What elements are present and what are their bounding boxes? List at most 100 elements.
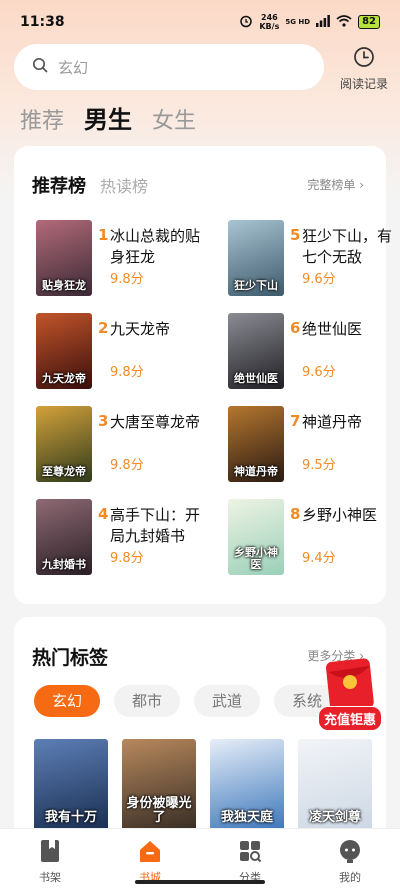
ranking-item[interactable]: 九封婚书 4 高手下山：开局九封婚书 9.8分	[36, 499, 206, 577]
book-cover: 狂少下山	[228, 220, 284, 296]
rank-number: 2	[98, 319, 109, 337]
cover-title: 九天龙帝	[42, 372, 86, 385]
book-title: 九天龙帝	[110, 320, 171, 338]
bookstore-icon	[138, 841, 162, 867]
cover-title: 至尊龙帝	[42, 465, 86, 478]
category-icon	[238, 841, 262, 867]
ranking-item[interactable]: 九天龙帝 2 九天龙帝 9.8分	[36, 313, 206, 391]
hot-tags-card: 热门标签 更多分类 › 玄幻 都市 武道 系统 我有十万 身份被曝光了 我独天庭 凌天…	[14, 617, 386, 847]
book-cover: 贴身狂龙	[36, 220, 92, 296]
cover-title: 我独天庭	[220, 810, 273, 825]
signal-bars-icon	[316, 14, 330, 30]
ranking-card: 推荐榜 热读榜 完整榜单 › 贴身狂龙 1 冰山总裁的贴身狂龙 9.8分 九天龙帝 2 九天…	[14, 146, 392, 604]
cover-title: 神道丹帝	[234, 465, 278, 478]
cover-title: 狂少下山	[234, 279, 278, 292]
full-ranking-link[interactable]: 完整榜单 ›	[307, 176, 364, 193]
tab-female[interactable]: 女生	[152, 103, 196, 135]
book-title: 冰山总裁的贴身狂龙	[110, 227, 201, 266]
ranking-item[interactable]: 狂少下山 5 狂少下山，有七个无敌 9.6分	[228, 220, 398, 298]
cover-title: 贴身狂龙	[42, 279, 86, 292]
hot-tags-title: 热门标签	[32, 647, 109, 669]
recharge-promo-label: 充值钜惠	[318, 706, 383, 731]
book-score: 9.8分	[110, 365, 144, 380]
nav-profile-label: 我的	[339, 871, 361, 884]
book-title: 狂少下山，有七个无敌	[302, 227, 393, 266]
home-indicator	[135, 880, 265, 884]
ranking-item[interactable]: 神道丹帝 7 神道丹帝 9.5分	[228, 406, 398, 484]
tag-book-cover[interactable]: 凌天剑尊	[298, 739, 372, 839]
profile-icon	[338, 840, 362, 867]
gender-tabs: 推荐 男生 女生	[20, 100, 196, 135]
ranking-item[interactable]: 至尊龙帝 3 大唐至尊龙帝 9.8分	[36, 406, 206, 484]
battery-indicator: 82	[358, 15, 380, 29]
book-score: 9.4分	[302, 551, 336, 566]
status-bar: 11:38 246 KB/s 5G HD 82	[0, 0, 400, 44]
search-input[interactable]: 玄幻	[14, 44, 324, 90]
wifi-icon	[336, 14, 352, 30]
ranking-item[interactable]: 贴身狂龙 1 冰山总裁的贴身狂龙 9.8分	[36, 220, 206, 298]
signal-label: 5G HD	[285, 17, 311, 26]
book-cover: 九封婚书	[36, 499, 92, 575]
search-icon	[32, 57, 48, 77]
nav-bookshelf[interactable]: 书架	[0, 829, 100, 889]
cover-title: 乡野小神医	[234, 546, 278, 571]
book-title: 神道丹帝	[302, 413, 363, 431]
search-placeholder: 玄幻	[58, 58, 89, 77]
book-score: 9.5分	[302, 458, 336, 473]
alarm-icon	[239, 14, 253, 31]
rank-number: 4	[98, 505, 109, 523]
recharge-promo-button[interactable]: 充值钜惠	[316, 656, 392, 732]
ranking-item[interactable]: 绝世仙医 6 绝世仙医 9.6分	[228, 313, 398, 391]
ranking-item[interactable]: 乡野小神医 8 乡野小神医 9.4分	[228, 499, 398, 577]
tag-book-cover[interactable]: 我有十万	[34, 739, 108, 839]
book-cover: 至尊龙帝	[36, 406, 92, 482]
book-score: 9.6分	[302, 272, 336, 287]
book-score: 9.8分	[110, 272, 144, 287]
book-title: 绝世仙医	[302, 320, 363, 338]
net-speed: 246 KB/s	[259, 13, 279, 31]
clock-icon	[353, 47, 375, 72]
book-cover: 绝世仙医	[228, 313, 284, 389]
tag-dushi[interactable]: 都市	[114, 685, 181, 717]
rank-number: 5	[290, 226, 301, 244]
book-title: 高手下山：开局九封婚书	[110, 506, 201, 545]
cover-title: 我有十万	[44, 810, 97, 825]
book-cover: 九天龙帝	[36, 313, 92, 389]
bookshelf-icon	[39, 840, 61, 867]
tab-recommend-list[interactable]: 推荐榜	[32, 172, 86, 198]
tag-book-cover[interactable]: 身份被曝光了	[122, 739, 196, 839]
rank-number: 6	[290, 319, 301, 337]
hot-tags-header: 热门标签	[32, 643, 108, 670]
cover-title: 身份被曝光了	[126, 796, 192, 825]
tag-list: 玄幻 都市 武道 系统	[34, 685, 341, 717]
tag-wudao[interactable]: 武道	[194, 685, 261, 717]
tab-recommend[interactable]: 推荐	[20, 103, 64, 135]
tag-xuanhuan[interactable]: 玄幻	[34, 685, 101, 717]
net-speed-unit: KB/s	[259, 22, 280, 31]
book-score: 9.6分	[302, 365, 336, 380]
book-score: 9.8分	[110, 551, 144, 566]
reading-history-label: 阅读记录	[339, 77, 388, 91]
status-time: 11:38	[20, 14, 65, 30]
tab-male[interactable]: 男生	[84, 100, 132, 135]
rank-number: 1	[98, 226, 109, 244]
rank-number: 7	[290, 412, 301, 430]
cover-title: 绝世仙医	[234, 372, 278, 385]
book-cover: 神道丹帝	[228, 406, 284, 482]
status-icons: 246 KB/s 5G HD 82	[239, 13, 380, 31]
ranking-tabs: 推荐榜 热读榜	[32, 172, 148, 198]
cover-title: 九封婚书	[42, 558, 86, 571]
rank-number: 3	[98, 412, 109, 430]
rank-number: 8	[290, 505, 301, 523]
book-title: 乡野小神医	[302, 506, 378, 524]
tab-hot-list[interactable]: 热读榜	[100, 173, 148, 197]
book-score: 9.8分	[110, 458, 144, 473]
net-speed-value: 246	[261, 13, 278, 22]
cover-title: 凌天剑尊	[308, 810, 361, 825]
book-cover: 乡野小神医	[228, 499, 284, 575]
nav-profile[interactable]: 我的	[300, 829, 400, 889]
reading-history-button[interactable]: 阅读记录	[334, 46, 394, 92]
book-title: 大唐至尊龙帝	[110, 413, 201, 431]
nav-bookshelf-label: 书架	[39, 871, 61, 884]
tag-book-cover[interactable]: 我独天庭	[210, 739, 284, 839]
